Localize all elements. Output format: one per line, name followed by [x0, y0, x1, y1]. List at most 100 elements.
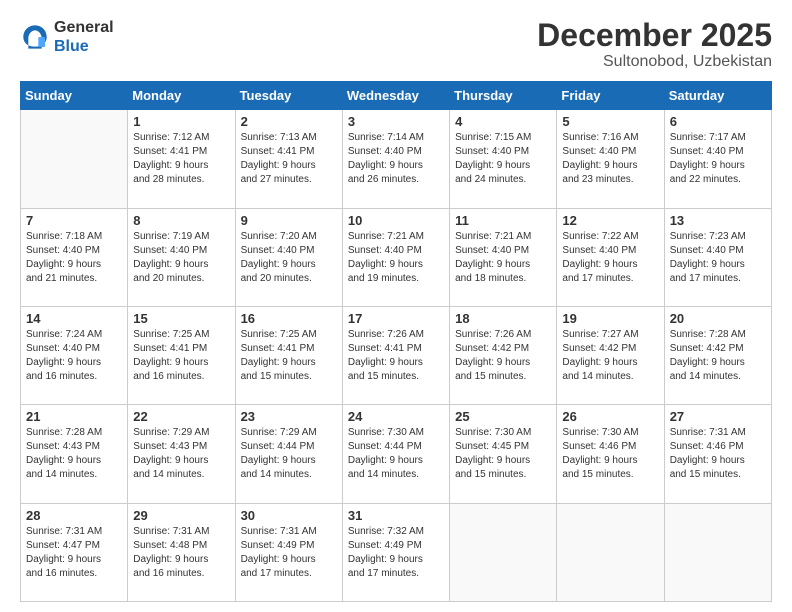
calendar-cell: 8Sunrise: 7:19 AM Sunset: 4:40 PM Daylig… [128, 208, 235, 306]
day-number: 26 [562, 409, 658, 424]
calendar-cell: 12Sunrise: 7:22 AM Sunset: 4:40 PM Dayli… [557, 208, 664, 306]
calendar-cell: 13Sunrise: 7:23 AM Sunset: 4:40 PM Dayli… [664, 208, 771, 306]
day-info: Sunrise: 7:26 AM Sunset: 4:42 PM Dayligh… [455, 328, 551, 384]
calendar-cell: 6 Sunrise: 7:17 AM Sunset: 4:40 PM Daylig… [664, 110, 771, 208]
day-number: 5 [562, 114, 658, 129]
calendar-cell: 28 Sunrise: 7:31 AM Sunset: 4:47 PM Dayli… [21, 503, 128, 601]
day-info: Sunrise: 7:15 AM Sunset: 4:40 PM Dayligh… [455, 131, 551, 187]
day-number: 2 [241, 114, 337, 129]
day-number: 3 [348, 114, 444, 129]
calendar-header-sunday: Sunday [21, 82, 128, 110]
calendar-cell: 9 Sunrise: 7:20 AM Sunset: 4:40 PM Daylig… [235, 208, 342, 306]
day-info: Sunrise: 7:21 AM Sunset: 4:40 PM Dayligh… [455, 230, 551, 286]
day-info: Sunrise: 7:28 AM Sunset: 4:43 PM Dayligh… [26, 426, 122, 482]
day-info: Sunrise: 7:28 AM Sunset: 4:42 PM Dayligh… [670, 328, 766, 384]
calendar-cell: 5 Sunrise: 7:16 AM Sunset: 4:40 PM Daylig… [557, 110, 664, 208]
day-number: 30 [241, 508, 337, 523]
calendar-header-wednesday: Wednesday [342, 82, 449, 110]
day-number: 24 [348, 409, 444, 424]
calendar-cell: 3 Sunrise: 7:14 AM Sunset: 4:40 PM Daylig… [342, 110, 449, 208]
calendar-week-row: 1 Sunrise: 7:12 AM Sunset: 4:41 PM Daylig… [21, 110, 772, 208]
calendar-cell [450, 503, 557, 601]
day-info: Sunrise: 7:30 AM Sunset: 4:45 PM Dayligh… [455, 426, 551, 482]
calendar-cell: 22 Sunrise: 7:29 AM Sunset: 4:43 PM Dayli… [128, 405, 235, 503]
calendar-cell [21, 110, 128, 208]
calendar-cell: 31 Sunrise: 7:32 AM Sunset: 4:49 PM Dayli… [342, 503, 449, 601]
day-info: Sunrise: 7:25 AM Sunset: 4:41 PM Dayligh… [241, 328, 337, 384]
day-number: 22 [133, 409, 229, 424]
calendar-header-saturday: Saturday [664, 82, 771, 110]
day-info: Sunrise: 7:27 AM Sunset: 4:42 PM Dayligh… [562, 328, 658, 384]
logo-text-block: General Blue [54, 18, 114, 56]
calendar-cell: 23 Sunrise: 7:29 AM Sunset: 4:44 PM Dayli… [235, 405, 342, 503]
calendar-header-row: SundayMondayTuesdayWednesdayThursdayFrid… [21, 82, 772, 110]
day-info: Sunrise: 7:12 AM Sunset: 4:41 PM Dayligh… [133, 131, 229, 187]
calendar-header-tuesday: Tuesday [235, 82, 342, 110]
day-number: 16 [241, 311, 337, 326]
day-number: 17 [348, 311, 444, 326]
calendar-cell: 1 Sunrise: 7:12 AM Sunset: 4:41 PM Daylig… [128, 110, 235, 208]
month-year: December 2025 [537, 18, 772, 53]
day-info: Sunrise: 7:20 AM Sunset: 4:40 PM Dayligh… [241, 230, 337, 286]
day-number: 13 [670, 213, 766, 228]
day-number: 11 [455, 213, 551, 228]
calendar-cell: 16 Sunrise: 7:25 AM Sunset: 4:41 PM Dayli… [235, 306, 342, 404]
calendar-cell: 25 Sunrise: 7:30 AM Sunset: 4:45 PM Dayli… [450, 405, 557, 503]
day-number: 21 [26, 409, 122, 424]
day-info: Sunrise: 7:30 AM Sunset: 4:46 PM Dayligh… [562, 426, 658, 482]
day-info: Sunrise: 7:21 AM Sunset: 4:40 PM Dayligh… [348, 230, 444, 286]
day-number: 4 [455, 114, 551, 129]
logo-blue: Blue [54, 38, 89, 55]
day-number: 23 [241, 409, 337, 424]
calendar-cell: 7Sunrise: 7:18 AM Sunset: 4:40 PM Daylig… [21, 208, 128, 306]
location: Sultonobod, Uzbekistan [537, 53, 772, 71]
calendar-cell: 21 Sunrise: 7:28 AM Sunset: 4:43 PM Dayli… [21, 405, 128, 503]
day-info: Sunrise: 7:18 AM Sunset: 4:40 PM Dayligh… [26, 230, 122, 286]
day-number: 31 [348, 508, 444, 523]
calendar-table: SundayMondayTuesdayWednesdayThursdayFrid… [20, 81, 772, 602]
calendar-week-row: 21 Sunrise: 7:28 AM Sunset: 4:43 PM Dayli… [21, 405, 772, 503]
day-info: Sunrise: 7:13 AM Sunset: 4:41 PM Dayligh… [241, 131, 337, 187]
day-number: 25 [455, 409, 551, 424]
calendar-cell: 26 Sunrise: 7:30 AM Sunset: 4:46 PM Dayli… [557, 405, 664, 503]
header: General Blue December 2025 Sultonobod, U… [20, 18, 772, 71]
day-info: Sunrise: 7:14 AM Sunset: 4:40 PM Dayligh… [348, 131, 444, 187]
day-info: Sunrise: 7:16 AM Sunset: 4:40 PM Dayligh… [562, 131, 658, 187]
calendar-cell [664, 503, 771, 601]
calendar-week-row: 14Sunrise: 7:24 AM Sunset: 4:40 PM Dayli… [21, 306, 772, 404]
calendar-cell: 10Sunrise: 7:21 AM Sunset: 4:40 PM Dayli… [342, 208, 449, 306]
calendar-cell: 17Sunrise: 7:26 AM Sunset: 4:41 PM Dayli… [342, 306, 449, 404]
calendar-cell: 30 Sunrise: 7:31 AM Sunset: 4:49 PM Dayli… [235, 503, 342, 601]
calendar-cell: 29 Sunrise: 7:31 AM Sunset: 4:48 PM Dayli… [128, 503, 235, 601]
day-info: Sunrise: 7:17 AM Sunset: 4:40 PM Dayligh… [670, 131, 766, 187]
calendar-header-monday: Monday [128, 82, 235, 110]
day-number: 20 [670, 311, 766, 326]
day-info: Sunrise: 7:32 AM Sunset: 4:49 PM Dayligh… [348, 525, 444, 581]
day-number: 1 [133, 114, 229, 129]
day-number: 9 [241, 213, 337, 228]
day-info: Sunrise: 7:31 AM Sunset: 4:47 PM Dayligh… [26, 525, 122, 581]
calendar-cell: 2 Sunrise: 7:13 AM Sunset: 4:41 PM Daylig… [235, 110, 342, 208]
day-number: 15 [133, 311, 229, 326]
calendar-header-friday: Friday [557, 82, 664, 110]
day-info: Sunrise: 7:29 AM Sunset: 4:43 PM Dayligh… [133, 426, 229, 482]
day-number: 14 [26, 311, 122, 326]
calendar-header-thursday: Thursday [450, 82, 557, 110]
calendar-cell: 20 Sunrise: 7:28 AM Sunset: 4:42 PM Dayli… [664, 306, 771, 404]
calendar-cell: 14Sunrise: 7:24 AM Sunset: 4:40 PM Dayli… [21, 306, 128, 404]
day-info: Sunrise: 7:31 AM Sunset: 4:48 PM Dayligh… [133, 525, 229, 581]
calendar-cell: 11 Sunrise: 7:21 AM Sunset: 4:40 PM Dayli… [450, 208, 557, 306]
calendar-cell: 18 Sunrise: 7:26 AM Sunset: 4:42 PM Dayli… [450, 306, 557, 404]
day-number: 18 [455, 311, 551, 326]
day-info: Sunrise: 7:31 AM Sunset: 4:49 PM Dayligh… [241, 525, 337, 581]
day-info: Sunrise: 7:30 AM Sunset: 4:44 PM Dayligh… [348, 426, 444, 482]
calendar-cell: 15Sunrise: 7:25 AM Sunset: 4:41 PM Dayli… [128, 306, 235, 404]
calendar-week-row: 28 Sunrise: 7:31 AM Sunset: 4:47 PM Dayli… [21, 503, 772, 601]
day-number: 28 [26, 508, 122, 523]
calendar-cell: 24 Sunrise: 7:30 AM Sunset: 4:44 PM Dayli… [342, 405, 449, 503]
day-info: Sunrise: 7:29 AM Sunset: 4:44 PM Dayligh… [241, 426, 337, 482]
day-number: 6 [670, 114, 766, 129]
day-info: Sunrise: 7:31 AM Sunset: 4:46 PM Dayligh… [670, 426, 766, 482]
page: General Blue December 2025 Sultonobod, U… [0, 0, 792, 612]
day-number: 29 [133, 508, 229, 523]
